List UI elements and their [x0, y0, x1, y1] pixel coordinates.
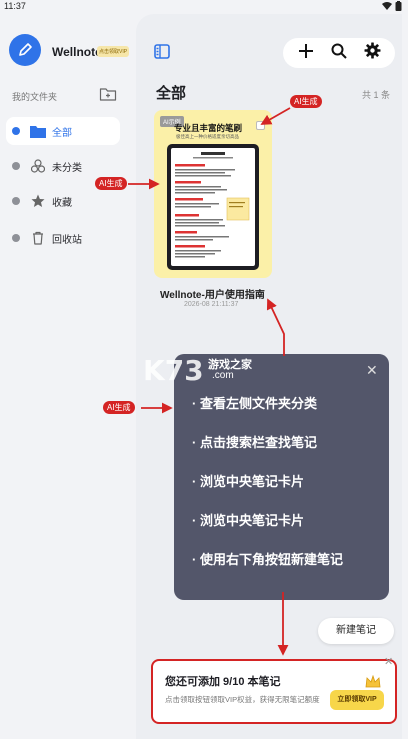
total-count: 共 1 条 [362, 90, 391, 100]
app-name: Wellnote [52, 45, 102, 59]
sidebar-item-label: 回收站 [52, 234, 82, 246]
quota-title: 您还可添加 9/10 本笔记 [165, 676, 281, 688]
folder-plus-icon [99, 88, 117, 101]
tip-line: · 浏览中央笔记卡片 [192, 513, 304, 528]
tip-popup: ✕ · 查看左侧文件夹分类 · 点击搜索栏查找笔记 · 浏览中央笔记卡片 · 浏… [174, 354, 389, 600]
add-folder-button[interactable] [99, 86, 117, 102]
new-note-button[interactable]: 新建笔记 [318, 618, 394, 644]
note-card[interactable]: AI示例 专业且丰富的笔刷 极佳高上一种价格适度亲切高品 [154, 110, 272, 278]
settings-button[interactable] [364, 42, 381, 64]
card-subline: 极佳高上一种价格适度亲切高品 [176, 134, 239, 139]
note-date: 2026-08 21:11:37 [184, 301, 239, 308]
nav-dot [12, 127, 20, 135]
note-preview-graphic [175, 152, 250, 258]
tip-line: · 使用右下角按钮新建笔记 [192, 552, 343, 567]
quota-description: 点击领取按钮领取VIP权益，获得无限笔记额度 [165, 695, 320, 704]
watermark-domain: .com [212, 370, 234, 381]
status-bar: 11:37 [0, 0, 408, 14]
uncategorized-icon [30, 158, 46, 174]
folders-title: 我的文件夹 [12, 92, 58, 102]
gear-icon [364, 42, 380, 59]
wifi-icon [382, 2, 392, 10]
svg-text:K73: K73 [143, 354, 204, 386]
battery-icon [395, 1, 402, 11]
page-title: 全部 [156, 85, 187, 102]
ai-generated-label: AI生成 [95, 177, 127, 190]
toolbar [283, 38, 395, 68]
toggle-sidebar-button[interactable] [154, 44, 170, 64]
claim-vip-button[interactable]: 立即领取VIP [330, 690, 384, 710]
sidebar-item-all[interactable]: 全部 [6, 117, 120, 145]
note-title: Wellnote-用户使用指南 [160, 290, 265, 301]
add-button[interactable] [298, 43, 314, 64]
tablet-illustration [167, 144, 259, 270]
close-icon[interactable]: ✕ [384, 655, 393, 668]
search-icon [331, 43, 347, 59]
star-icon [30, 193, 46, 209]
sidebar-item-trash[interactable]: 回收站 [6, 224, 120, 252]
tablet-screen [171, 148, 255, 266]
sidebar-item-label: 收藏 [52, 197, 72, 209]
ai-generated-label: AI生成 [103, 401, 135, 414]
nav-dot [12, 197, 20, 205]
sidebar-item-label: 未分类 [52, 162, 82, 174]
folder-icon [30, 123, 46, 139]
trash-icon [30, 230, 46, 246]
close-icon[interactable]: ✕ [366, 362, 378, 379]
quota-banner: 您还可添加 9/10 本笔记 点击领取按钮领取VIP权益，获得无限笔记额度 立即… [151, 659, 397, 724]
crown-icon [365, 675, 381, 688]
sidebar-item-uncategorized[interactable]: 未分类 [6, 152, 120, 180]
plus-icon [298, 43, 313, 58]
vip-badge[interactable]: 点击领取VIP [97, 46, 130, 57]
app-logo [9, 34, 41, 66]
card-select-checkbox[interactable] [256, 121, 265, 130]
pen-icon [19, 43, 32, 56]
tip-line: · 点击搜索栏查找笔记 [192, 435, 317, 450]
sidebar-item-favorites[interactable]: 收藏 [6, 187, 120, 215]
status-icons [382, 1, 402, 11]
search-button[interactable] [331, 43, 347, 64]
sidebar-item-label: 全部 [52, 127, 72, 139]
tip-line: · 浏览中央笔记卡片 [192, 474, 304, 489]
sidebar-panel-icon [154, 44, 170, 59]
nav-dot [12, 234, 20, 242]
sidebar: Wellnote 点击领取VIP 我的文件夹 全部 未分类 收藏 回收站 [0, 14, 136, 739]
ai-generated-label: AI生成 [290, 95, 322, 108]
tip-line: · 查看左侧文件夹分类 [192, 396, 317, 411]
watermark-logo: K73 [143, 354, 204, 386]
nav-dot [12, 162, 20, 170]
status-time: 11:37 [4, 1, 26, 11]
